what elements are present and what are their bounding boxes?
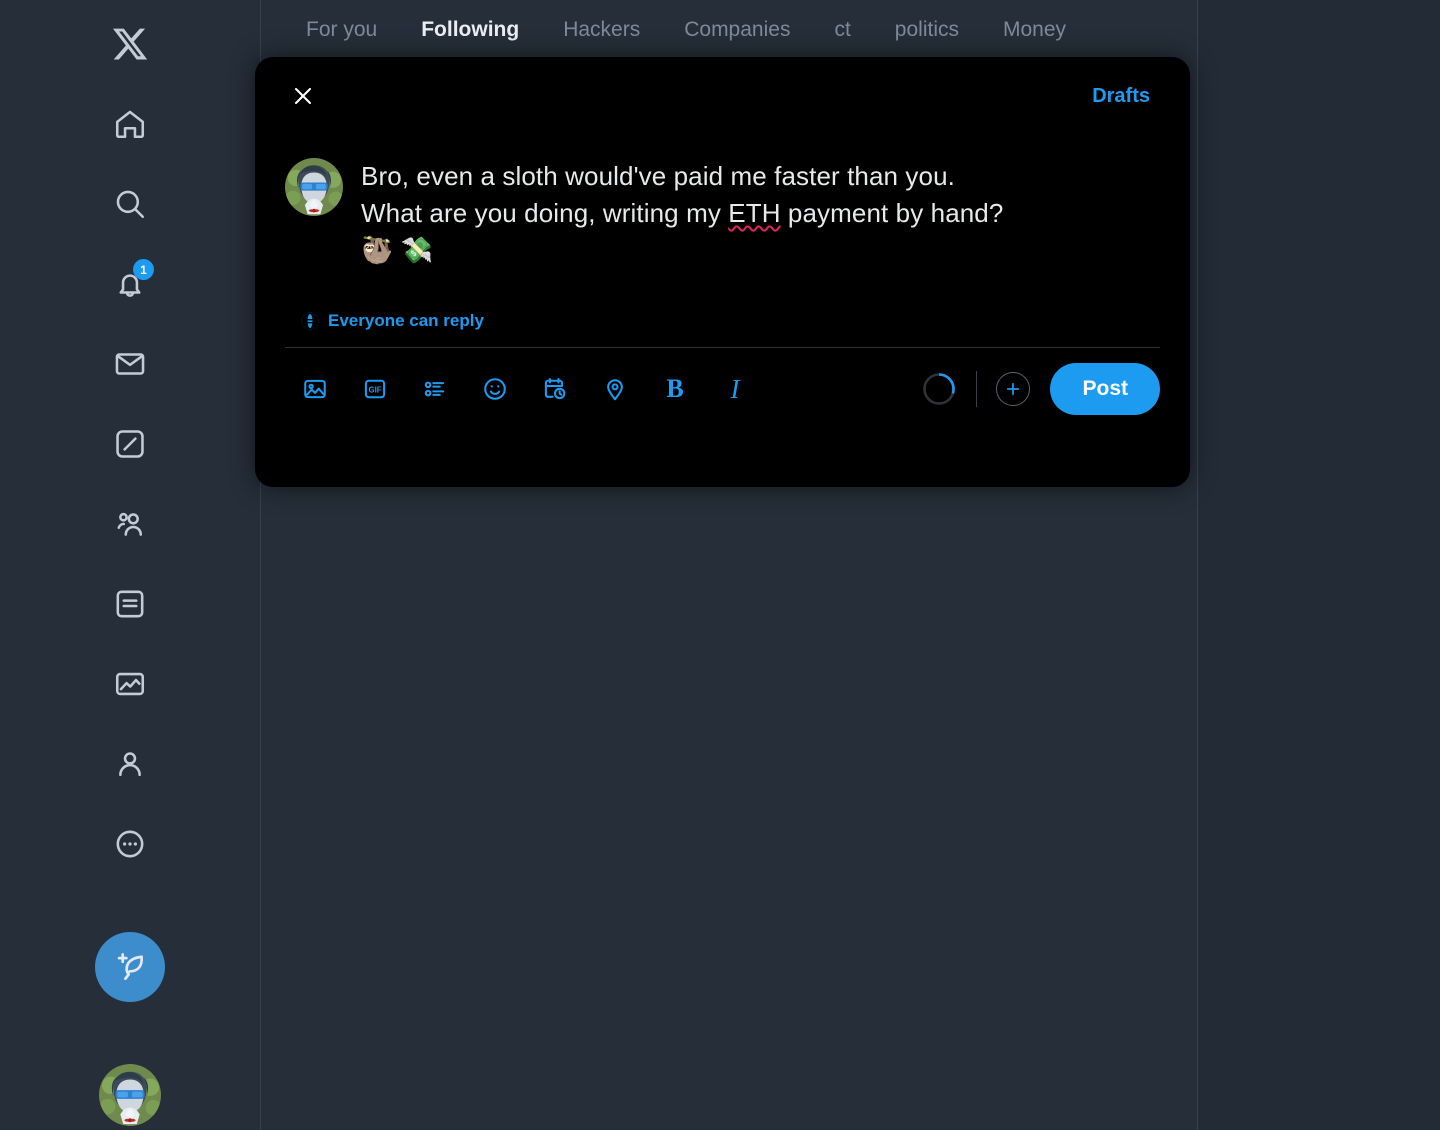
- compose-toolbar: GIF B I Post: [285, 348, 1160, 430]
- sidebar-item-more[interactable]: [99, 813, 161, 875]
- spellcheck-word: ETH: [728, 198, 781, 228]
- sidebar-item-search[interactable]: [99, 173, 161, 235]
- bold-button[interactable]: B: [657, 371, 693, 407]
- schedule-button[interactable]: [537, 371, 573, 407]
- post-text-line-2: What are you doing, writing my ETH payme…: [361, 195, 1160, 232]
- post-text-emoji: 🦥 💸: [361, 235, 434, 265]
- envelope-icon: [115, 353, 145, 375]
- sidebar-item-home[interactable]: [99, 93, 161, 155]
- italic-button[interactable]: I: [717, 371, 753, 407]
- tab-for-you[interactable]: For you: [284, 0, 399, 42]
- location-button[interactable]: [597, 371, 633, 407]
- tab-politics[interactable]: politics: [873, 0, 981, 42]
- sidebar-item-lists[interactable]: [99, 573, 161, 635]
- poll-button[interactable]: [417, 371, 453, 407]
- svg-text:GIF: GIF: [369, 386, 382, 395]
- sidebar-item-grok[interactable]: [99, 413, 161, 475]
- emoji-button[interactable]: [477, 371, 513, 407]
- toolbar-right-group: Post: [921, 363, 1160, 415]
- location-pin-icon: [607, 379, 623, 401]
- sidebar-item-communities[interactable]: [99, 493, 161, 555]
- lists-icon: [116, 590, 144, 618]
- communities-icon: [117, 512, 143, 536]
- poll-icon: [424, 381, 445, 397]
- image-icon: [304, 379, 326, 399]
- reply-scope-label: Everyone can reply: [328, 311, 484, 330]
- sidebar-item-profile[interactable]: [99, 733, 161, 795]
- tab-ct[interactable]: ct: [812, 0, 872, 42]
- grok-icon: [116, 430, 144, 458]
- user-avatar: [285, 158, 343, 216]
- gif-button[interactable]: GIF: [357, 371, 393, 407]
- chart-image-icon: [115, 672, 145, 696]
- post-text-line-1: Bro, even a sloth would've paid me faste…: [361, 161, 955, 191]
- feather-plus-icon: [117, 953, 144, 981]
- globe-icon: [301, 312, 319, 330]
- x-logo-icon[interactable]: [99, 13, 161, 75]
- media-button[interactable]: [297, 371, 333, 407]
- more-dots-icon: [116, 830, 144, 858]
- tab-companies[interactable]: Companies: [662, 0, 812, 42]
- home-icon: [115, 110, 145, 139]
- timeline-tabbar: For you Following Hackers Companies ct p…: [261, 0, 1197, 68]
- compose-post-modal: Drafts Bro, even a sloth would've paid m…: [255, 57, 1190, 487]
- character-count-ring: [923, 373, 956, 405]
- person-icon: [119, 752, 141, 777]
- avatar[interactable]: [99, 1064, 161, 1126]
- close-icon: [294, 87, 312, 105]
- compose-avatar: [285, 158, 343, 216]
- post-text-editor[interactable]: Bro, even a sloth would've paid me faste…: [361, 158, 1160, 269]
- post-button[interactable]: Post: [1050, 363, 1160, 415]
- reply-scope-button[interactable]: Everyone can reply: [300, 311, 484, 331]
- sidebar-item-premium[interactable]: [99, 653, 161, 715]
- post-text-line-2-pre: What are you doing, writing my: [361, 198, 729, 228]
- sidebar-item-notifications[interactable]: 1: [99, 253, 161, 315]
- tab-following[interactable]: Following: [399, 0, 541, 68]
- sidebar-item-messages[interactable]: [99, 333, 161, 395]
- post-text-line-2-post: payment by hand?: [780, 198, 1004, 228]
- close-button[interactable]: [285, 78, 321, 114]
- modal-header: Drafts: [285, 57, 1160, 135]
- calendar-clock-icon: [544, 378, 566, 400]
- x-app-window: 1 For you Following Hackers Companies ct…: [0, 0, 1440, 1130]
- search-icon: [116, 190, 145, 219]
- tab-hackers[interactable]: Hackers: [541, 0, 662, 42]
- sidebar-nav: 1: [0, 0, 261, 1130]
- user-avatar: [99, 1064, 161, 1126]
- compose-post-button[interactable]: [95, 932, 165, 1002]
- gif-icon: GIF: [364, 379, 386, 399]
- plus-icon: [1007, 382, 1020, 396]
- emoji-icon: [484, 378, 506, 400]
- compose-tool-icons: GIF B I: [297, 371, 753, 407]
- add-another-post-button[interactable]: [996, 372, 1031, 406]
- drafts-button[interactable]: Drafts: [1082, 79, 1160, 114]
- notifications-badge: 1: [133, 259, 154, 280]
- toolbar-separator: [976, 371, 978, 407]
- tab-money[interactable]: Money: [981, 0, 1088, 42]
- compose-area: Bro, even a sloth would've paid me faste…: [285, 135, 1160, 269]
